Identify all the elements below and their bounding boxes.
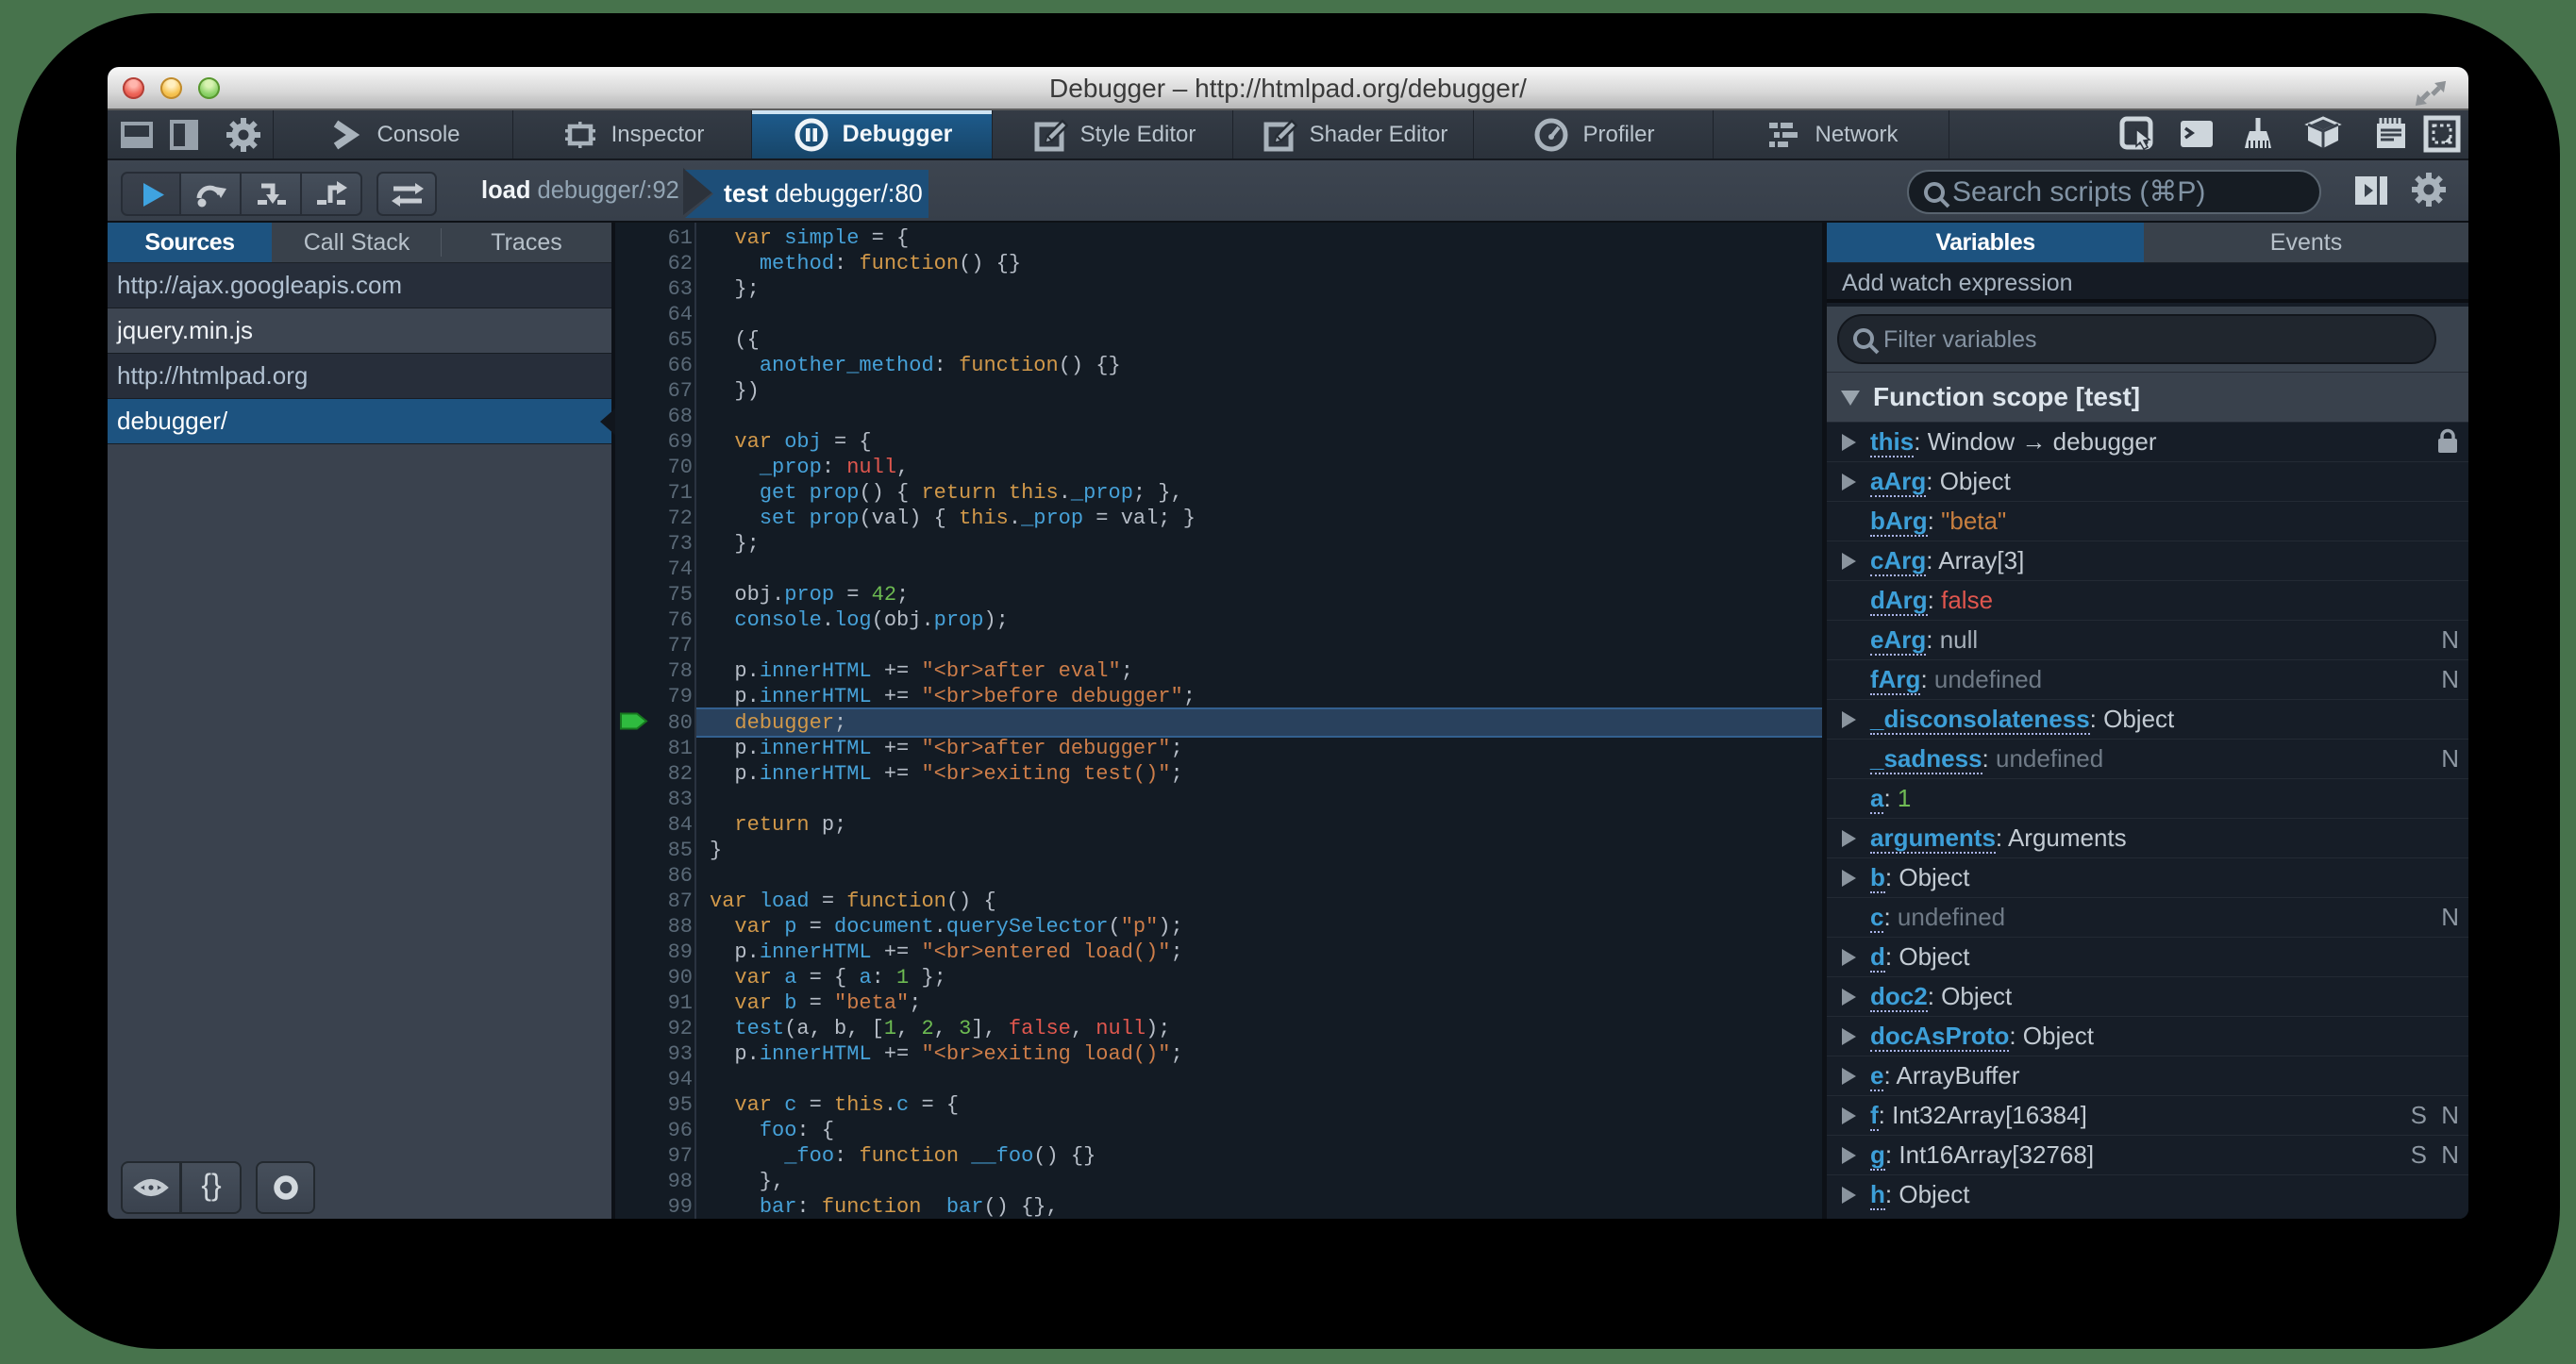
- svg-text:{}: {}: [201, 1169, 222, 1202]
